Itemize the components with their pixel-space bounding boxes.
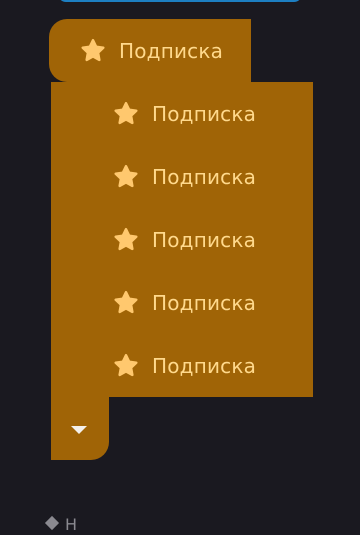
star-icon (112, 163, 140, 191)
submenu-item-subscription-4[interactable]: Подписка (51, 271, 313, 334)
star-icon (112, 226, 140, 254)
expand-button[interactable] (51, 397, 109, 460)
submenu-item-label: Подписка (152, 290, 257, 315)
star-icon (112, 289, 140, 317)
menu-head-subscription[interactable]: Подписка (49, 19, 251, 82)
submenu-item-subscription-5[interactable]: Подписка (51, 334, 313, 397)
star-icon (112, 352, 140, 380)
diamond-icon (44, 515, 60, 531)
submenu-item-label: Подписка (152, 101, 257, 126)
submenu-item-label: Подписка (152, 164, 257, 189)
next-menu-item-peek[interactable]: Н (44, 515, 78, 535)
menu-head-label: Подписка (119, 38, 224, 63)
chevron-down-icon (70, 426, 87, 434)
submenu-item-subscription-1[interactable]: Подписка (51, 82, 313, 145)
submenu-item-label: Подписка (152, 353, 257, 378)
submenu-item-subscription-3[interactable]: Подписка (51, 208, 313, 271)
star-icon (79, 37, 107, 65)
next-menu-item-label: Н (65, 515, 78, 534)
top-pill-button[interactable] (58, 0, 302, 2)
star-icon (112, 100, 140, 128)
submenu-item-label: Подписка (152, 227, 257, 252)
submenu-list: Подписка Подписка Подписка Подписка Подп… (51, 82, 313, 397)
submenu-item-subscription-2[interactable]: Подписка (51, 145, 313, 208)
